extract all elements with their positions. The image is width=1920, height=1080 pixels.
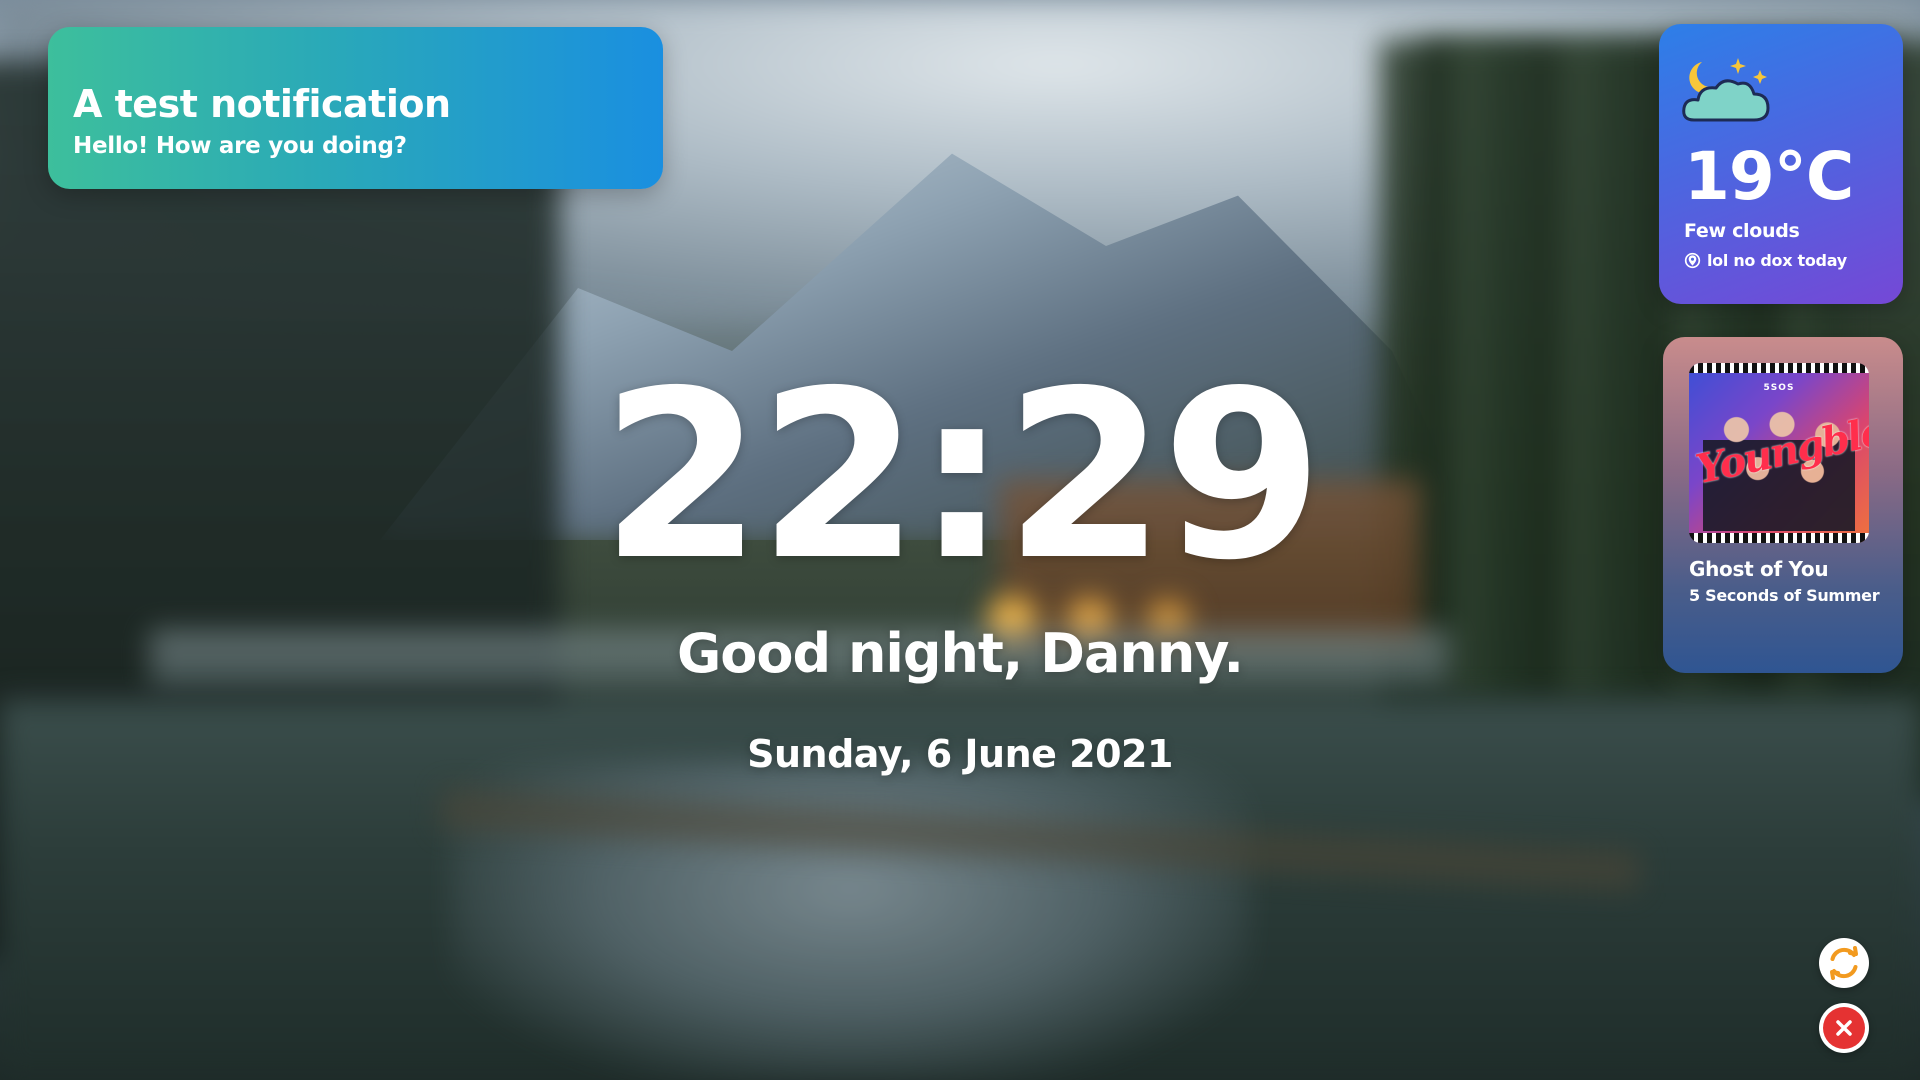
refresh-icon [1830,946,1858,980]
weather-temperature: 19°C [1684,138,1854,215]
greeting-text: Good night, Danny. [676,622,1244,685]
notification-title: A test notification [73,82,451,126]
clock-time: 22:29 [600,341,1323,611]
close-icon [1836,1020,1852,1036]
notification-card[interactable]: A test notification Hello! How are you d… [48,27,663,189]
location-pin-icon [1684,252,1701,269]
refresh-button[interactable] [1819,938,1869,988]
weather-card[interactable]: 19°C Few clouds lol no dox today [1659,24,1903,304]
weather-location: lol no dox today [1684,251,1903,270]
close-button-inner [1823,1007,1865,1049]
weather-condition: Few clouds [1684,220,1800,242]
weather-location-text: lol no dox today [1707,251,1847,270]
date-text: Sunday, 6 June 2021 [747,732,1173,776]
notification-body: Hello! How are you doing? [73,133,407,159]
night-cloud-icon [1682,58,1770,122]
close-button[interactable] [1819,1003,1869,1053]
